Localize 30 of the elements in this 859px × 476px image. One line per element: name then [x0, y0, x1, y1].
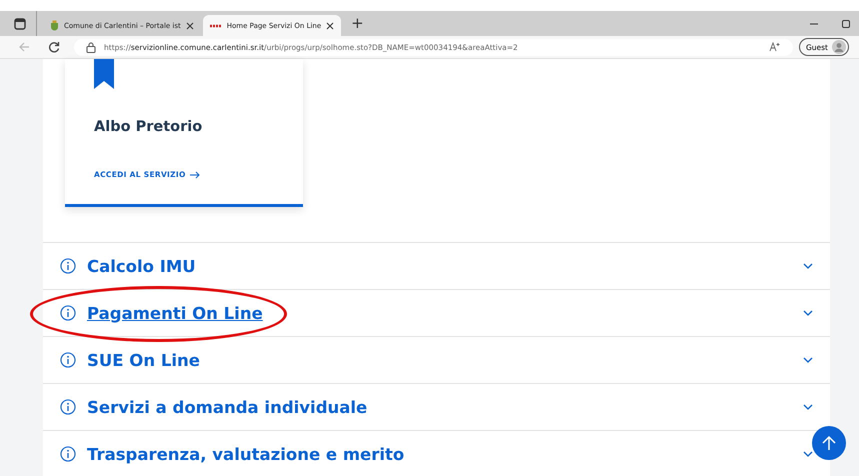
accordion-title-link[interactable]: Trasparenza, valutazione e merito [87, 444, 404, 464]
chevron-down-icon[interactable] [803, 310, 813, 316]
info-icon [60, 258, 76, 274]
new-tab-button[interactable]: + [351, 16, 364, 31]
accordion-title-link[interactable]: Calcolo IMU [87, 256, 196, 276]
close-icon[interactable] [186, 22, 194, 30]
chevron-down-icon[interactable] [803, 404, 813, 410]
read-aloud-icon[interactable] [768, 42, 781, 52]
info-icon [60, 399, 76, 415]
chevron-down-icon[interactable] [803, 357, 813, 363]
info-icon [60, 352, 76, 368]
crest-icon [50, 20, 59, 31]
accordion-title-link[interactable]: Servizi a domanda individuale [87, 398, 368, 416]
info-icon [60, 305, 76, 321]
info-icon [60, 446, 76, 462]
chevron-down-icon[interactable] [803, 263, 813, 269]
avatar-icon [832, 40, 846, 54]
arrow-up-icon [822, 435, 836, 451]
chevron-down-icon[interactable] [803, 451, 813, 457]
lock-icon[interactable] [86, 42, 96, 52]
site-logo-icon [210, 22, 222, 28]
close-icon[interactable] [326, 22, 334, 30]
accordion-title-link[interactable]: SUE On Line [87, 350, 200, 370]
reload-icon[interactable] [48, 41, 60, 53]
scroll-to-top-button[interactable] [812, 426, 846, 460]
arrow-right-icon [190, 170, 200, 178]
tab-actions-icon[interactable] [14, 18, 26, 30]
accordion-title-link[interactable]: Pagamenti On Line [87, 304, 263, 322]
maximize-icon[interactable] [841, 18, 851, 28]
card-title: Albo Pretorio [94, 119, 204, 135]
